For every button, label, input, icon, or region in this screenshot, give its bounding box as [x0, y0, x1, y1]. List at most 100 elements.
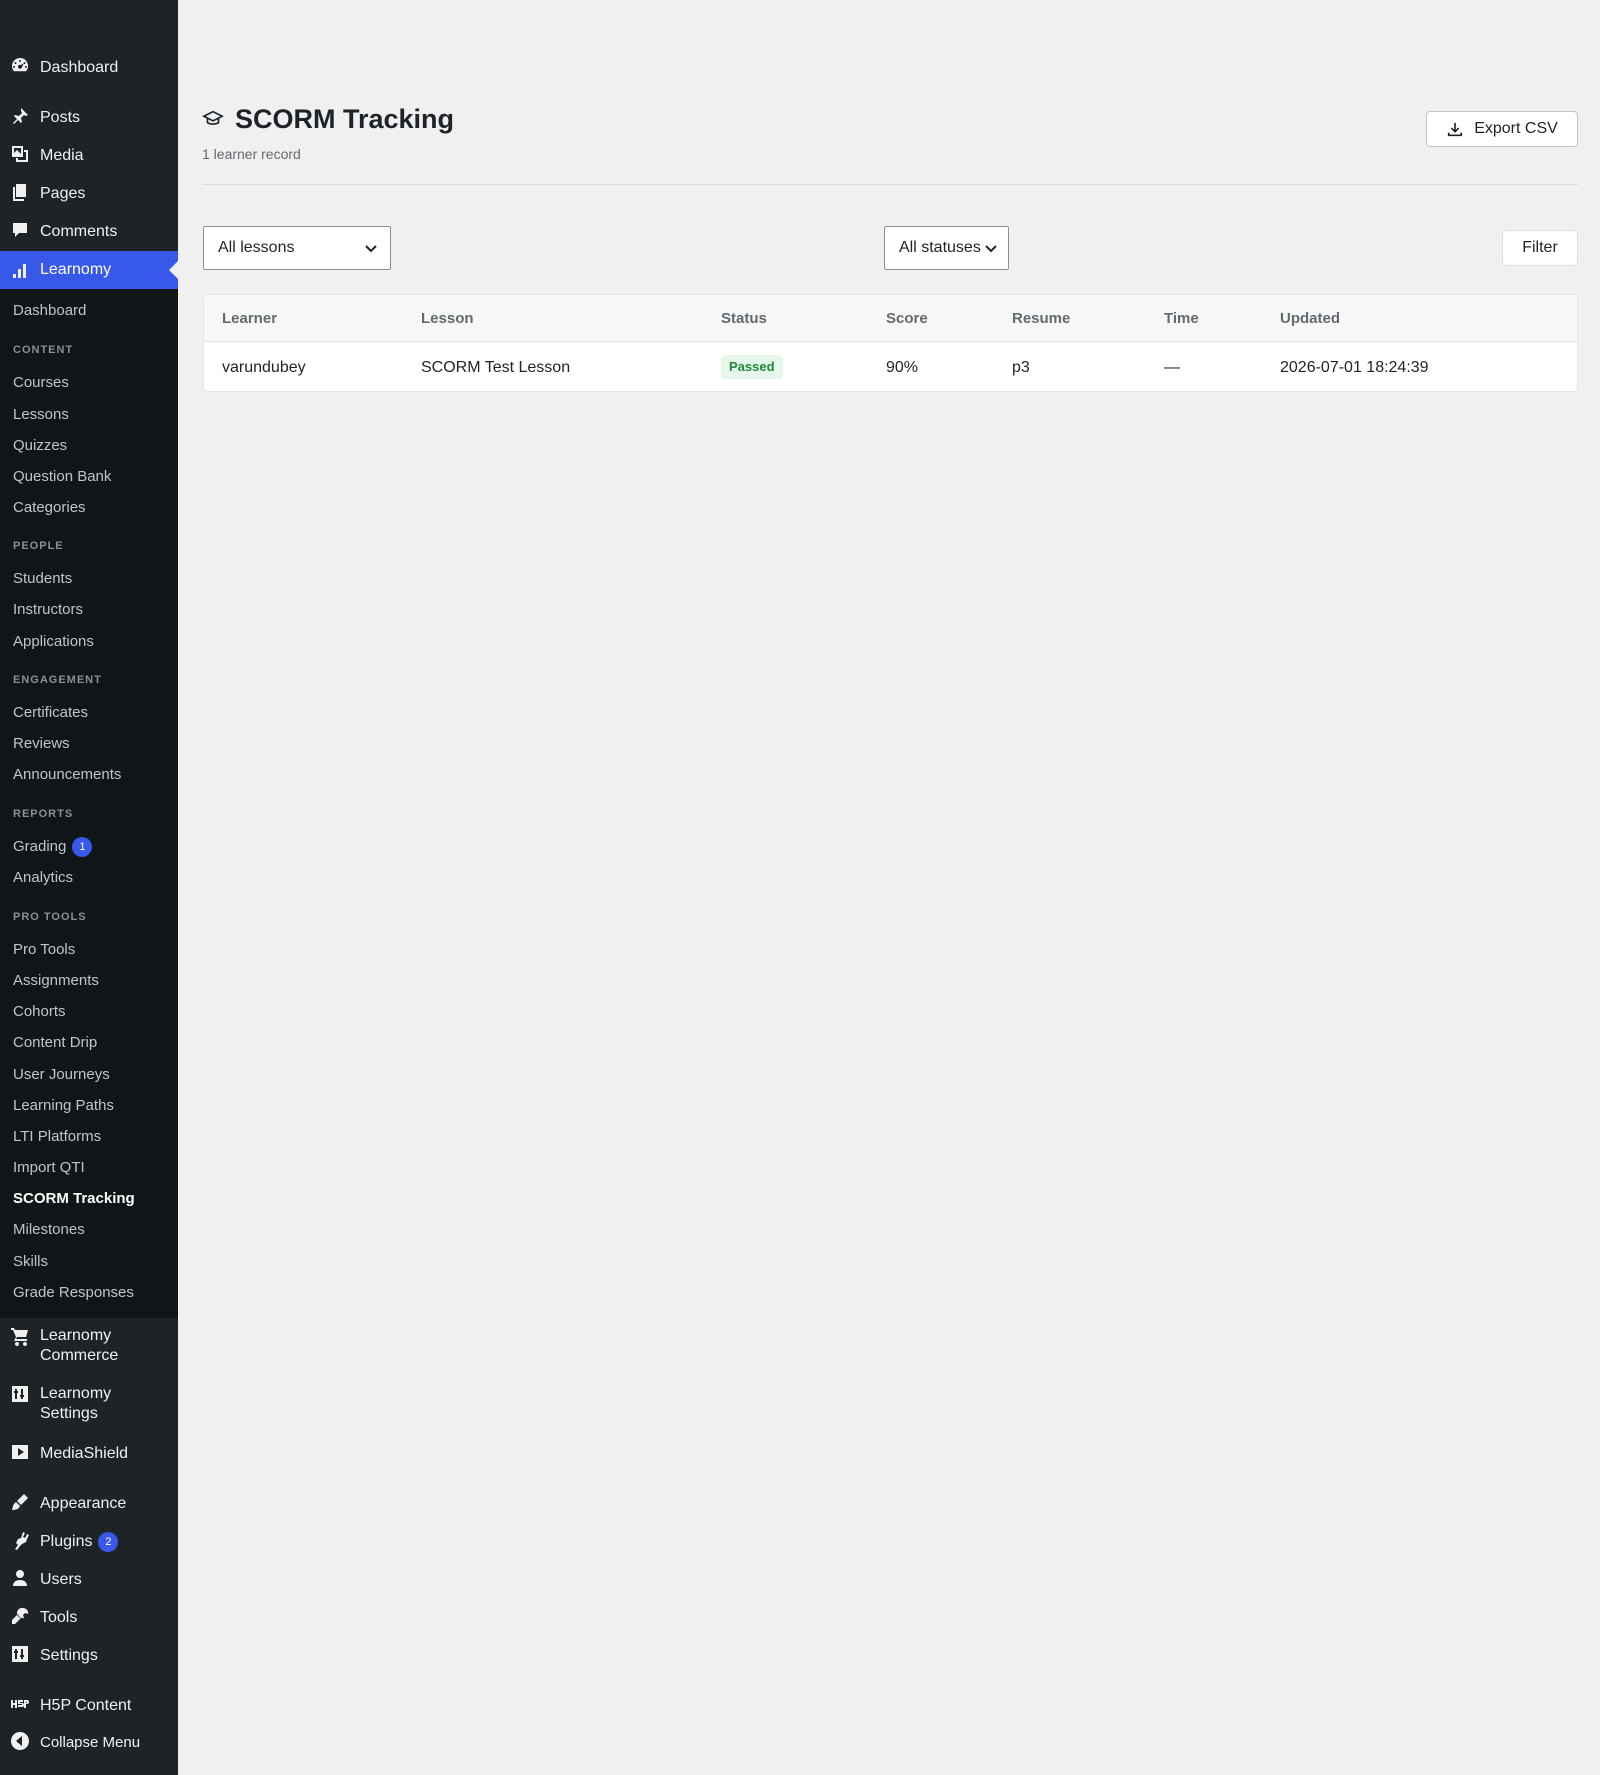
submenu-cohorts[interactable]: Cohorts: [13, 1003, 66, 1021]
submenu-lti-platforms[interactable]: LTI Platforms: [13, 1128, 101, 1146]
submenu-assignments[interactable]: Assignments: [13, 972, 99, 990]
collapse-menu-label: Collapse Menu: [40, 1734, 141, 1751]
grading-count-badge: 1: [72, 837, 93, 857]
lesson-select-value: All lessons: [218, 239, 295, 256]
pages-icon: [10, 182, 30, 202]
submenu-certificates[interactable]: Certificates: [13, 704, 88, 722]
submenu-students[interactable]: Students: [13, 570, 72, 588]
menu-plugins-text: Plugins: [40, 1533, 93, 1550]
menu-pages-label: Pages: [40, 185, 86, 202]
menu-appearance[interactable]: Appearance: [0, 1492, 178, 1516]
status-select-value: All statuses: [899, 239, 981, 256]
settings-sliders-icon: [10, 1644, 30, 1664]
menu-comments[interactable]: Comments: [0, 220, 178, 244]
media-icon: [10, 144, 30, 164]
submenu-grade-responses[interactable]: Grade Responses: [13, 1284, 134, 1302]
learnomy-submenu: Dashboard CONTENT Courses Lessons Quizze…: [0, 289, 178, 1318]
menu-settings[interactable]: Settings: [0, 1644, 178, 1668]
main-content: SCORM Tracking 1 learner record Export C…: [178, 0, 1600, 1775]
submenu-lessons[interactable]: Lessons: [13, 406, 69, 424]
menu-h5p[interactable]: H5P Content: [0, 1694, 178, 1718]
admin-sidebar: Dashboard Posts Media Pages Comments Lea…: [0, 0, 178, 1775]
submenu-categories[interactable]: Categories: [13, 499, 86, 517]
menu-settings-label-line1: Learnomy: [40, 1385, 112, 1402]
menu-commerce-label-line2: Commerce: [40, 1347, 119, 1364]
submenu-question-bank[interactable]: Question Bank: [13, 468, 111, 486]
lesson-select[interactable]: All lessons: [203, 226, 391, 270]
menu-users[interactable]: Users: [0, 1568, 178, 1592]
submenu-learning-paths[interactable]: Learning Paths: [13, 1097, 114, 1115]
submenu-import-qti[interactable]: Import QTI: [13, 1159, 85, 1177]
page-title: SCORM Tracking: [235, 104, 455, 134]
menu-mediashield[interactable]: MediaShield: [0, 1442, 178, 1466]
pin-icon: [10, 106, 30, 126]
filter-button[interactable]: Filter: [1502, 230, 1578, 266]
menu-media-label: Media: [40, 147, 84, 164]
menu-settings-label-line2: Settings: [40, 1405, 98, 1422]
user-icon: [10, 1568, 30, 1588]
submenu-instructors[interactable]: Instructors: [13, 601, 83, 619]
submenu-milestones[interactable]: Milestones: [13, 1221, 85, 1239]
menu-users-label: Users: [40, 1571, 82, 1588]
column-resume: Resume: [1012, 310, 1071, 327]
menu-media[interactable]: Media: [0, 144, 178, 168]
submenu-quizzes[interactable]: Quizzes: [13, 437, 67, 455]
cell-learner: varundubey: [222, 359, 306, 376]
menu-dashboard[interactable]: Dashboard: [0, 56, 178, 80]
column-score: Score: [886, 310, 928, 327]
chevron-down-icon: [984, 241, 998, 255]
submenu-heading-reports: REPORTS: [13, 808, 74, 820]
graduation-cap-icon: [201, 108, 226, 132]
submenu-grading[interactable]: Grading 1: [13, 837, 93, 857]
submenu-pro-tools[interactable]: Pro Tools: [13, 941, 75, 959]
column-status: Status: [721, 310, 767, 327]
menu-learnomy[interactable]: Learnomy: [0, 251, 178, 289]
menu-comments-label: Comments: [40, 223, 118, 240]
menu-mediashield-label: MediaShield: [40, 1445, 129, 1462]
column-time: Time: [1164, 310, 1199, 327]
menu-posts-label: Posts: [40, 109, 81, 126]
menu-plugins[interactable]: Plugins 2: [0, 1530, 178, 1554]
submenu-heading-pro-tools: PRO TOOLS: [13, 911, 87, 923]
menu-posts[interactable]: Posts: [0, 106, 178, 130]
submenu-announcements[interactable]: Announcements: [13, 766, 121, 784]
submenu-courses[interactable]: Courses: [13, 374, 69, 392]
submenu-skills[interactable]: Skills: [13, 1253, 48, 1271]
collapse-arrow-icon: [10, 1731, 30, 1751]
header-divider: [202, 184, 1578, 185]
menu-appearance-label: Appearance: [40, 1495, 127, 1512]
download-icon: [1448, 122, 1463, 137]
submenu-scorm-tracking[interactable]: SCORM Tracking: [13, 1190, 135, 1208]
cell-time: —: [1164, 359, 1180, 376]
column-learner: Learner: [222, 310, 278, 327]
submenu-heading-people: PEOPLE: [13, 540, 64, 552]
submenu-user-journeys[interactable]: User Journeys: [13, 1066, 110, 1084]
cell-updated: 2026-07-01 18:24:39: [1280, 359, 1429, 376]
menu-learnomy-settings[interactable]: Learnomy Settings: [0, 1384, 178, 1426]
status-select[interactable]: All statuses: [884, 226, 1009, 270]
menu-learnomy-commerce[interactable]: Learnomy Commerce: [0, 1326, 178, 1368]
menu-settings-label: Settings: [40, 1647, 98, 1664]
plugins-update-badge: 2: [98, 1532, 119, 1552]
column-updated: Updated: [1280, 310, 1340, 327]
export-csv-button[interactable]: Export CSV: [1426, 111, 1578, 147]
export-csv-label: Export CSV: [1474, 120, 1558, 137]
menu-pages[interactable]: Pages: [0, 182, 178, 206]
menu-dashboard-label: Dashboard: [40, 59, 119, 76]
sliders-icon: [10, 1384, 30, 1404]
h5p-logo-icon: [10, 1694, 30, 1714]
submenu-heading-engagement: ENGAGEMENT: [13, 674, 102, 686]
table-row[interactable]: varundubey SCORM Test Lesson Passed 90% …: [204, 342, 1577, 391]
plugin-icon: [10, 1530, 30, 1550]
submenu-heading-content: CONTENT: [13, 344, 74, 356]
collapse-menu-button[interactable]: Collapse Menu: [0, 1731, 178, 1755]
menu-commerce-label-line1: Learnomy: [40, 1327, 112, 1344]
submenu-analytics[interactable]: Analytics: [13, 869, 73, 887]
paintbrush-icon: [10, 1492, 30, 1512]
submenu-applications[interactable]: Applications: [13, 633, 94, 651]
submenu-content-drip[interactable]: Content Drip: [13, 1034, 97, 1052]
submenu-reviews[interactable]: Reviews: [13, 735, 70, 753]
cell-resume: p3: [1012, 359, 1030, 376]
menu-tools[interactable]: Tools: [0, 1606, 178, 1630]
submenu-dashboard[interactable]: Dashboard: [13, 302, 86, 320]
